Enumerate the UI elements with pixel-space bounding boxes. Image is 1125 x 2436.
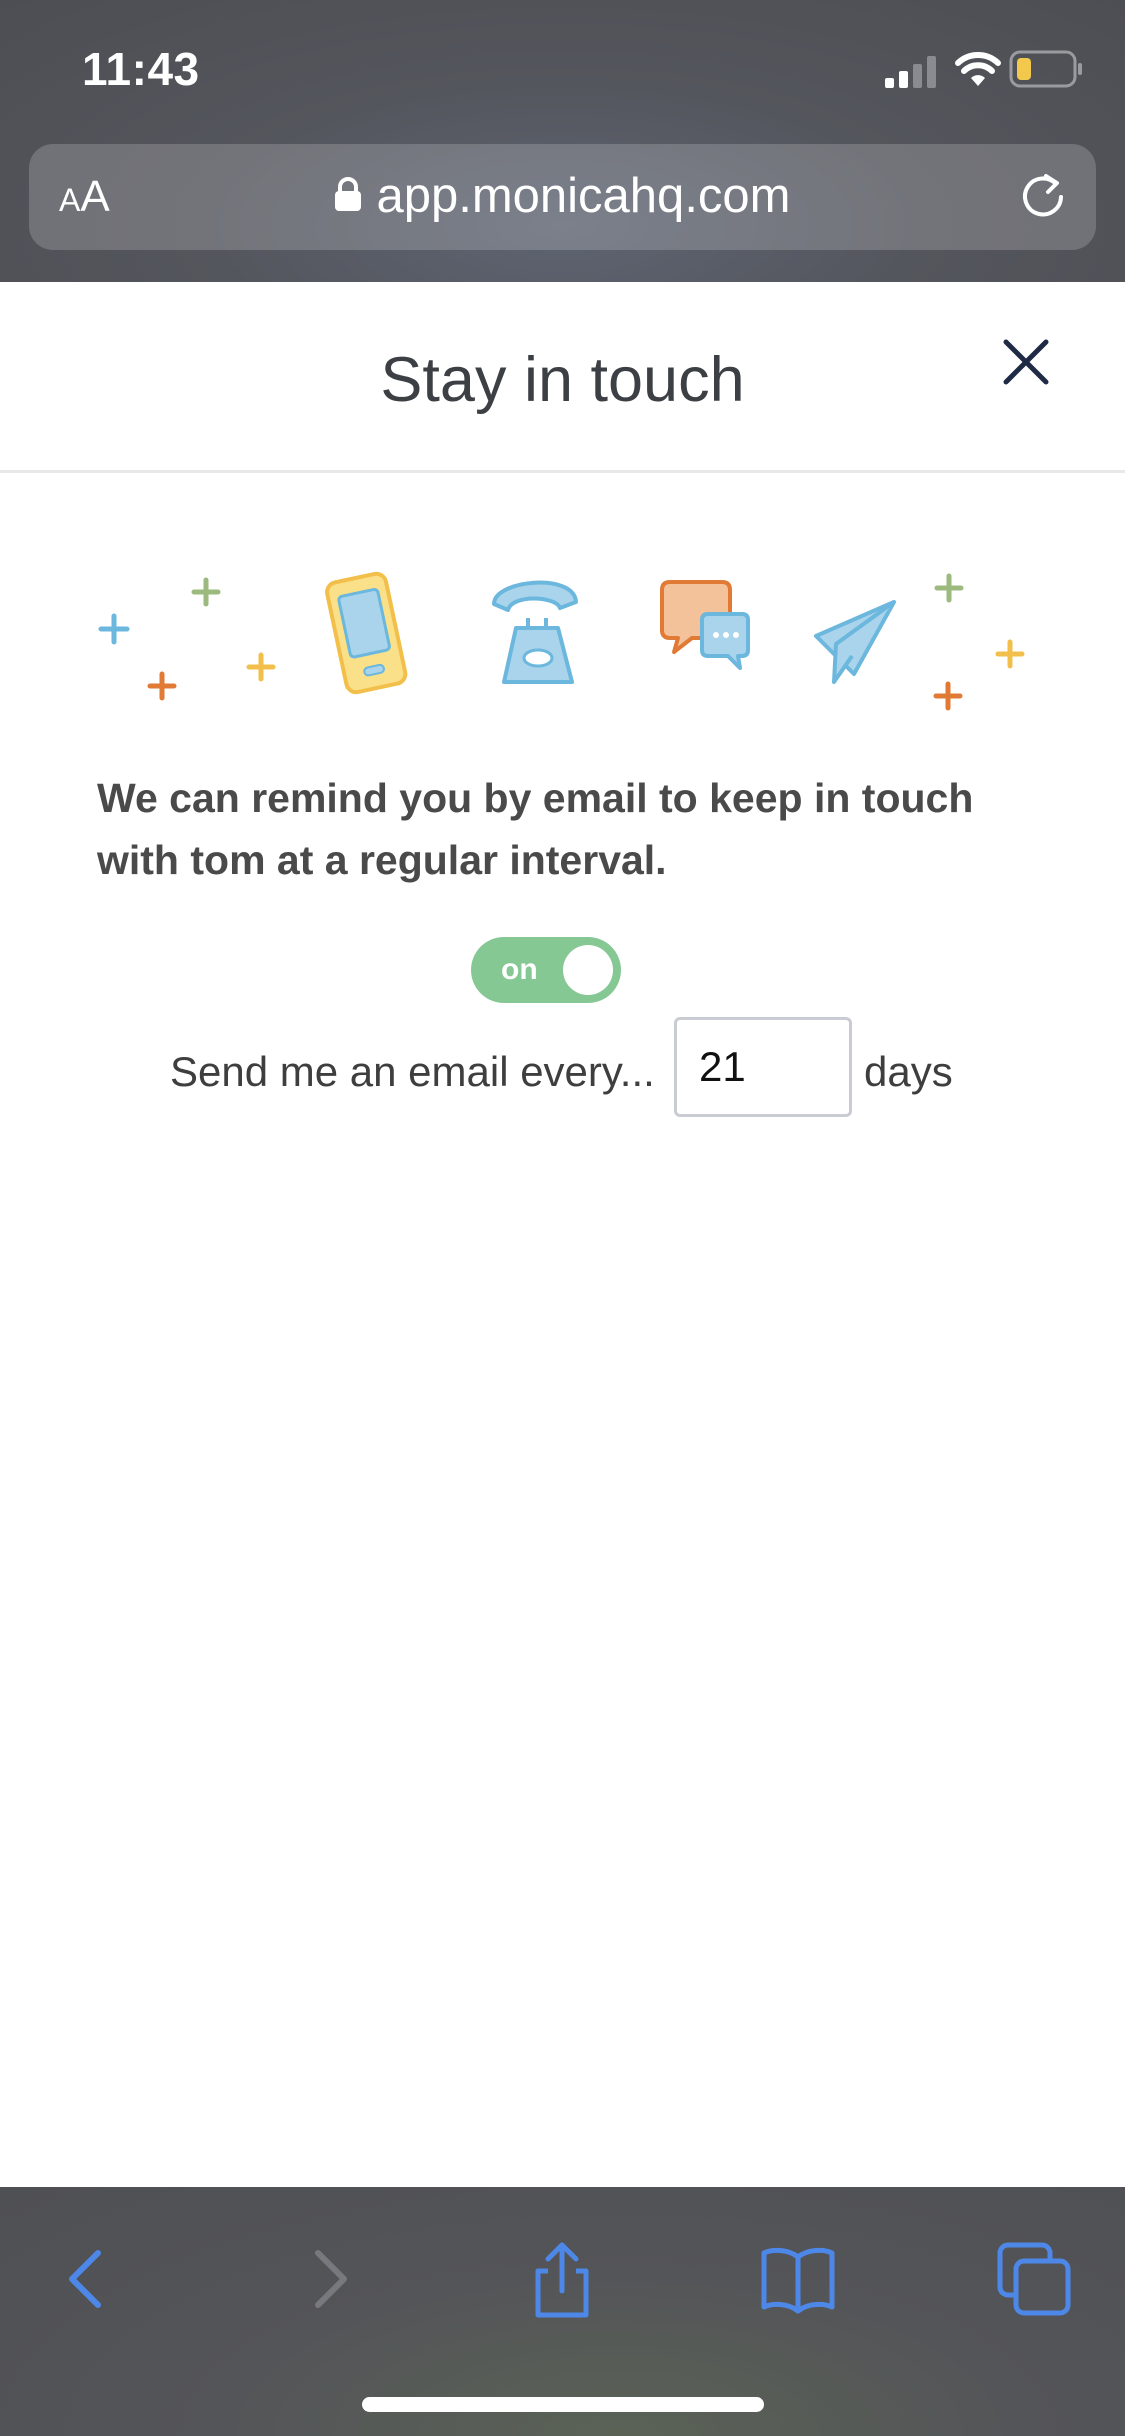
modal-title: Stay in touch: [380, 345, 745, 415]
interval-unit-label: days: [864, 1048, 953, 1095]
toggle-knob: [563, 945, 613, 995]
paper-plane-icon: [814, 600, 896, 684]
telephone-icon: [492, 580, 578, 684]
contact-illustration: [98, 571, 1025, 711]
reminder-toggle[interactable]: on: [471, 937, 621, 1003]
smartphone-icon: [325, 571, 408, 695]
home-indicator[interactable]: [362, 2397, 764, 2412]
bookmarks-icon[interactable]: [758, 2239, 838, 2319]
stay-in-touch-modal: Stay in touch We can remind you by email…: [0, 282, 1125, 2187]
interval-label: Send me an email every...: [170, 1048, 655, 1095]
reminder-description: We can remind you by email to keep in to…: [97, 775, 974, 883]
tabs-icon[interactable]: [994, 2239, 1074, 2319]
share-icon[interactable]: [522, 2239, 602, 2319]
status-time: 11:43: [82, 43, 200, 95]
browser-bottom-toolbar: [0, 2187, 1125, 2436]
browser-top-chrome: 11:43 AA app.monicahq.com: [0, 0, 1125, 282]
lock-icon: [335, 177, 362, 212]
reload-icon[interactable]: [1016, 170, 1070, 224]
cellular-signal-icon: [885, 56, 936, 88]
battery-low-icon: [1009, 50, 1082, 88]
forward-icon[interactable]: [288, 2239, 368, 2319]
toggle-label: on: [501, 953, 538, 986]
chat-bubbles-icon: [660, 580, 750, 670]
wifi-icon: [955, 52, 1001, 86]
modal-header: Stay in touch: [0, 282, 1125, 473]
status-icons: [885, 50, 1085, 90]
url-display[interactable]: app.monicahq.com: [29, 168, 1096, 224]
interval-days-input[interactable]: [674, 1017, 852, 1117]
back-icon[interactable]: [48, 2239, 128, 2319]
close-icon[interactable]: [998, 334, 1054, 390]
address-bar[interactable]: AA app.monicahq.com: [29, 144, 1096, 250]
url-text: app.monicahq.com: [376, 169, 791, 223]
